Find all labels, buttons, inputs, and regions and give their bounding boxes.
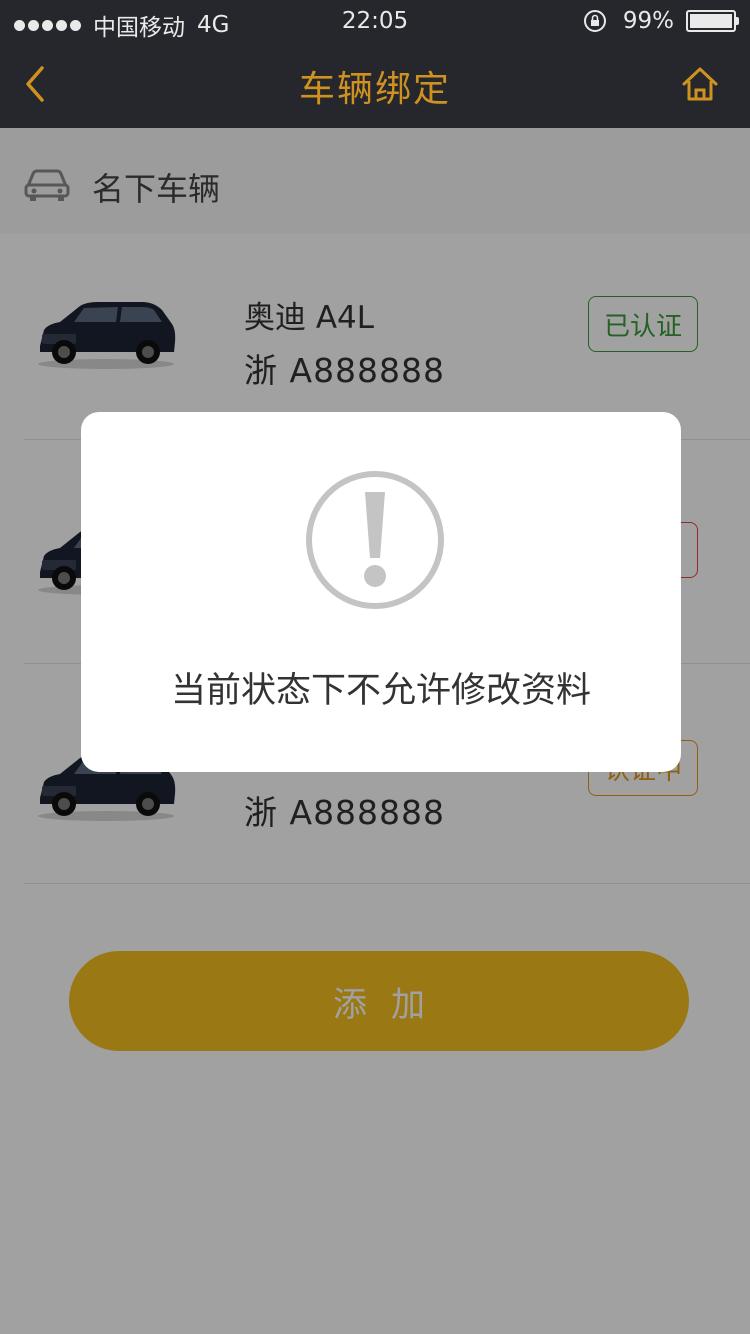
alert-dialog: 当前状态下不允许修改资料: [81, 412, 681, 772]
status-right: 99%: [583, 8, 739, 34]
battery-fill: [690, 14, 732, 28]
nav-bar: 车辆绑定: [0, 44, 750, 128]
dialog-message: 当前状态下不允许修改资料: [170, 671, 591, 711]
home-icon[interactable]: [680, 64, 720, 104]
alert-exclamation-icon: [306, 471, 444, 609]
battery-icon: [686, 10, 739, 32]
page-title: 车辆绑定: [298, 69, 451, 110]
rotation-lock-icon: [583, 10, 606, 32]
battery-label: 99%: [622, 8, 674, 34]
status-bar: 中国移动 4G 22:05 99%: [0, 0, 750, 44]
